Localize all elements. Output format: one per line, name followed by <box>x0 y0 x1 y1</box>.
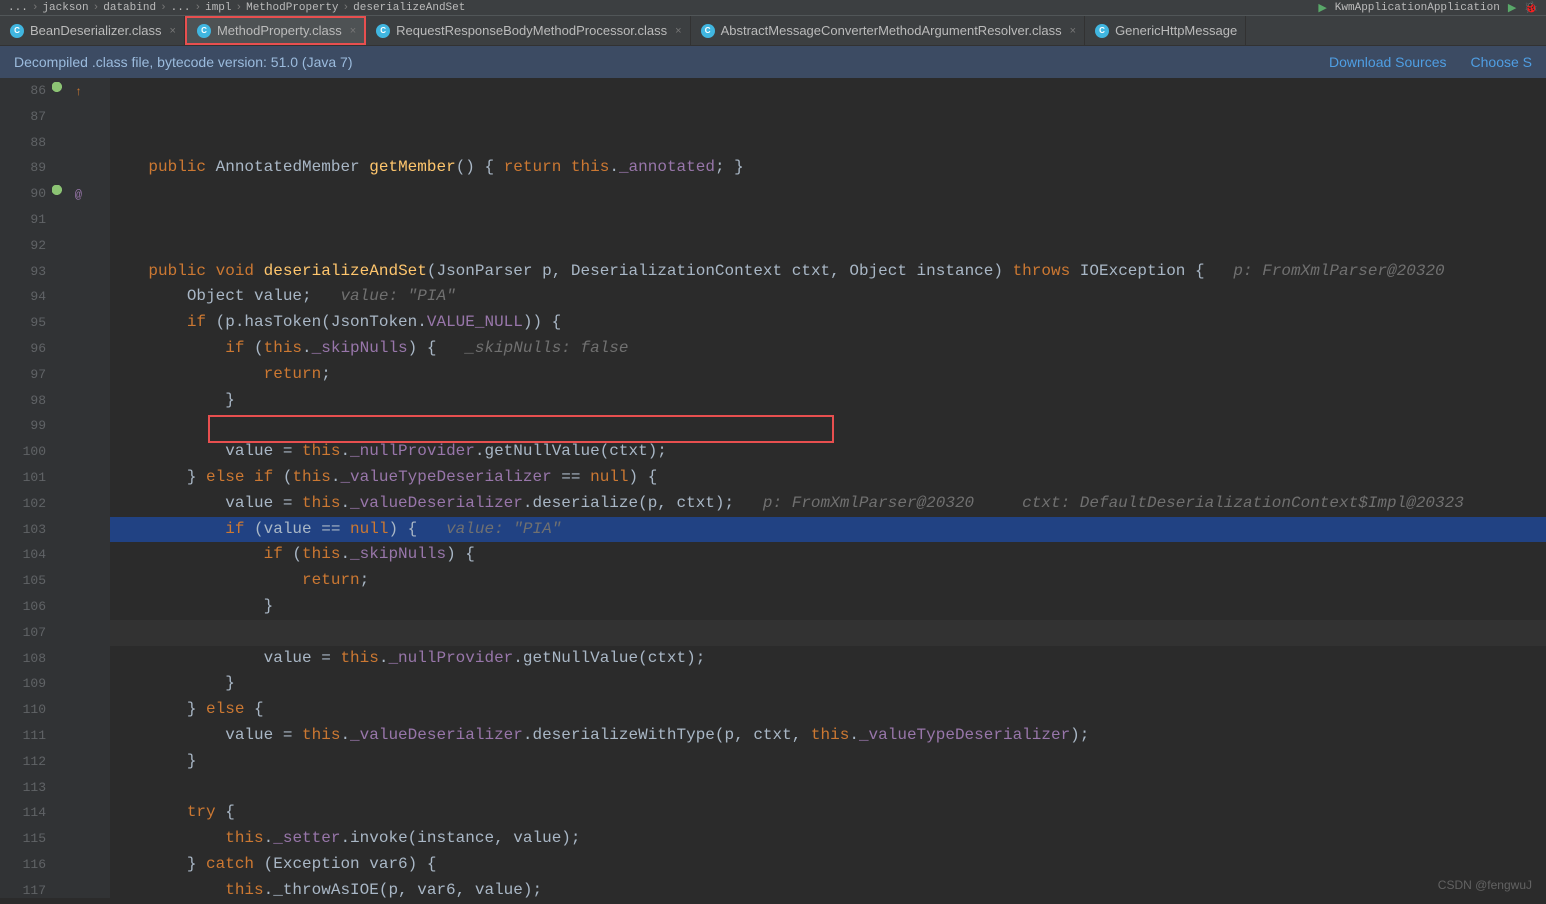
watermark: CSDN @fengwuJ <box>1438 878 1532 892</box>
editor-tabs: C BeanDeserializer.class × C MethodPrope… <box>0 16 1546 46</box>
close-icon[interactable]: × <box>170 25 176 37</box>
bc4[interactable]: impl <box>205 2 231 14</box>
download-sources-link[interactable]: Download Sources <box>1329 54 1447 70</box>
tab-label: MethodProperty.class <box>217 23 342 38</box>
bc5[interactable]: MethodProperty <box>246 2 338 14</box>
bc0[interactable]: ... <box>8 2 28 14</box>
run-icon: ▶ <box>1318 1 1326 15</box>
bc1[interactable]: jackson <box>42 2 88 14</box>
class-icon: C <box>10 24 24 38</box>
class-icon: C <box>1095 24 1109 38</box>
banner-text: Decompiled .class file, bytecode version… <box>14 54 353 70</box>
choose-sources-link[interactable]: Choose S <box>1471 54 1532 70</box>
close-icon[interactable]: × <box>1070 25 1076 37</box>
editor: 8687888990919293949596979899100101102103… <box>0 78 1546 898</box>
class-icon: C <box>197 24 211 38</box>
bc3[interactable]: ... <box>171 2 191 14</box>
code-area[interactable]: public AnnotatedMember getMember() { ret… <box>110 78 1546 898</box>
tab-request-response[interactable]: C RequestResponseBodyMethodProcessor.cla… <box>366 16 690 45</box>
bc6[interactable]: deserializeAndSet <box>353 2 465 14</box>
tab-label: GenericHttpMessage <box>1115 23 1237 38</box>
breadcrumb-bar: ...› jackson› databind› ...› impl› Metho… <box>0 0 1546 16</box>
tab-method-property[interactable]: C MethodProperty.class × <box>185 16 366 45</box>
close-icon[interactable]: × <box>350 25 356 37</box>
tab-abstract-message-converter[interactable]: C AbstractMessageConverterMethodArgument… <box>691 16 1085 45</box>
debug-icon[interactable]: 🐞 <box>1524 1 1538 15</box>
tab-bean-deserializer[interactable]: C BeanDeserializer.class × <box>0 16 185 45</box>
run-config[interactable]: KwmApplicationApplication <box>1335 2 1500 14</box>
play-icon[interactable]: ▶ <box>1508 1 1516 15</box>
class-icon: C <box>701 24 715 38</box>
gutter: 8687888990919293949596979899100101102103… <box>0 78 110 898</box>
tab-generic-http-message[interactable]: C GenericHttpMessage <box>1085 16 1246 45</box>
class-icon: C <box>376 24 390 38</box>
bc2[interactable]: databind <box>103 2 156 14</box>
tab-label: RequestResponseBodyMethodProcessor.class <box>396 23 667 38</box>
decompiled-banner: Decompiled .class file, bytecode version… <box>0 46 1546 78</box>
tab-label: BeanDeserializer.class <box>30 23 162 38</box>
close-icon[interactable]: × <box>675 25 681 37</box>
tab-label: AbstractMessageConverterMethodArgumentRe… <box>721 23 1062 38</box>
